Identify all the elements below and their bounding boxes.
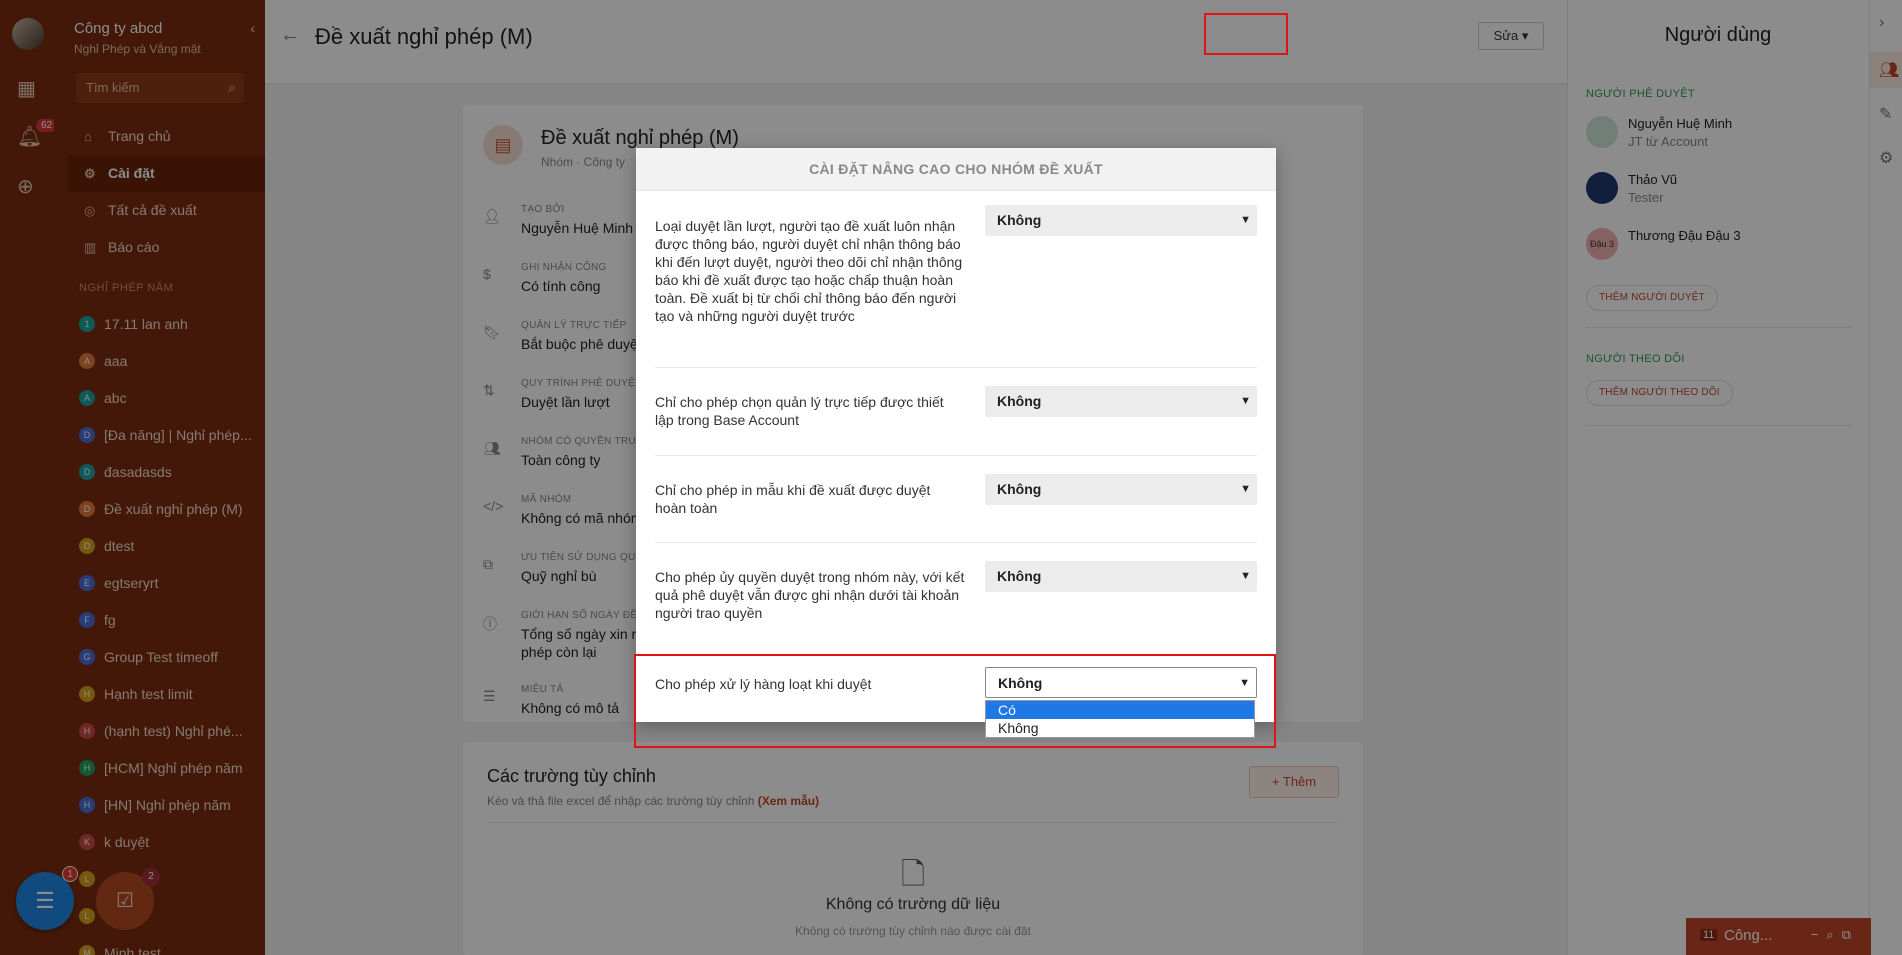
setting-select[interactable]: Không ▼ [985, 474, 1257, 505]
chevron-down-icon: ▼ [1240, 570, 1251, 582]
select-value: Không [997, 212, 1042, 228]
highlight-edit-button [1204, 13, 1288, 55]
setting-select[interactable]: Không ▼ [985, 205, 1257, 236]
setting-label: Chỉ cho phép chọn quản lý trực tiếp được… [655, 394, 944, 428]
highlight-bulk-setting [634, 654, 1276, 748]
chevron-down-icon: ▼ [1240, 214, 1251, 226]
chevron-down-icon: ▼ [1240, 483, 1251, 495]
setting-select[interactable]: Không ▼ [985, 386, 1257, 417]
select-value: Không [997, 481, 1042, 497]
chevron-down-icon: ▼ [1240, 395, 1251, 407]
setting-label: Chỉ cho phép in mẫu khi đề xuất được duy… [655, 482, 931, 516]
modal-title: CÀI ĐẶT NÂNG CAO CHO NHÓM ĐỀ XUẤT [636, 148, 1276, 191]
setting-row: Cho phép ủy quyền duyệt trong nhóm này, … [655, 543, 1257, 655]
select-value: Không [997, 568, 1042, 584]
select-value: Không [997, 393, 1042, 409]
advanced-settings-modal: CÀI ĐẶT NÂNG CAO CHO NHÓM ĐỀ XUẤT Loại d… [636, 148, 1276, 722]
setting-label: Loại duyệt lần lượt, người tạo đề xuất l… [655, 218, 963, 324]
setting-select[interactable]: Không ▼ [985, 561, 1257, 592]
setting-label: Cho phép ủy quyền duyệt trong nhóm này, … [655, 569, 965, 621]
setting-row: Chỉ cho phép in mẫu khi đề xuất được duy… [655, 456, 1257, 543]
setting-row: Chỉ cho phép chọn quản lý trực tiếp được… [655, 368, 1257, 456]
setting-row: Loại duyệt lần lượt, người tạo đề xuất l… [655, 191, 1257, 368]
